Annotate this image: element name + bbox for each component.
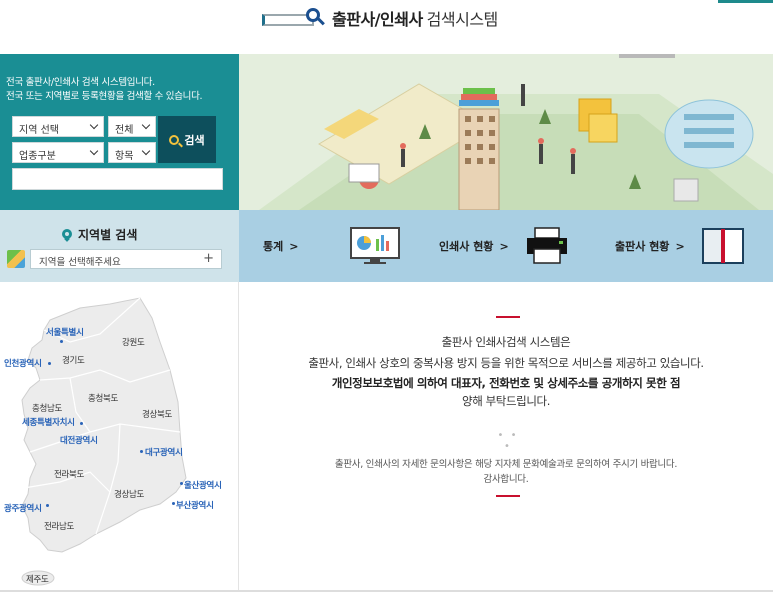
- map-dot: [140, 450, 143, 453]
- field-select[interactable]: 항목: [108, 142, 156, 163]
- statistics-monitor-icon: [350, 227, 401, 264]
- printer-icon: [526, 227, 567, 264]
- map-dot: [60, 340, 63, 343]
- map-label[interactable]: 전라남도: [44, 520, 74, 532]
- map-label[interactable]: 경상북도: [142, 408, 172, 420]
- keyword-input[interactable]: [12, 168, 223, 190]
- menu-publisher-status[interactable]: 출판사 현황 >: [615, 210, 765, 282]
- map-label[interactable]: 충청남도: [32, 402, 62, 414]
- map-label[interactable]: 부산광역시: [176, 499, 214, 511]
- hero-illustration: [239, 54, 773, 210]
- chevron-down-icon: [141, 146, 151, 156]
- map-dot: [172, 502, 175, 505]
- search-button[interactable]: 검색: [158, 116, 216, 163]
- korea-map: 서울특별시 인천광역시 경기도 강원도 충청북도 충청남도 세종특별자치시 대전…: [0, 282, 239, 592]
- notice-dots: • • •: [497, 430, 519, 452]
- region-search-title: 지역별 검색: [62, 226, 137, 243]
- plus-icon: +: [203, 251, 214, 266]
- map-dot: [80, 422, 83, 425]
- map-label[interactable]: 인천광역시: [4, 357, 42, 369]
- region-select[interactable]: 지역 선택: [12, 116, 104, 137]
- site-title-light: 검색시스템: [426, 10, 499, 29]
- hero-city-illustration: [259, 54, 773, 210]
- map-label[interactable]: 전라북도: [54, 468, 84, 480]
- search-icon: [169, 134, 180, 145]
- notice-inquiry: 출판사, 인쇄사의 자세한 문의사항은 해당 지자체 문화예술과로 문의하여 주…: [334, 459, 678, 470]
- site-logo[interactable]: 출판사/인쇄사 검색시스템: [262, 6, 498, 30]
- map-label[interactable]: 강원도: [122, 336, 145, 348]
- map-label[interactable]: 경기도: [62, 354, 85, 366]
- map-label[interactable]: 광주광역시: [4, 502, 42, 514]
- map-label[interactable]: 울산광역시: [184, 479, 222, 491]
- menu-printer-status[interactable]: 인쇄사 현황 >: [439, 210, 589, 282]
- map-label[interactable]: 제주도: [26, 573, 49, 585]
- chevron-down-icon: [89, 146, 99, 156]
- location-pin-icon: [62, 228, 72, 242]
- map-label[interactable]: 세종특별자치시: [22, 416, 75, 428]
- site-title-bold: 출판사/인쇄사: [332, 10, 423, 29]
- notice-bottom-divider: [496, 495, 520, 497]
- header-accent-bar: [718, 0, 773, 3]
- map-label[interactable]: 충청북도: [88, 392, 118, 404]
- magnifier-logo-icon: [262, 7, 328, 29]
- map-label[interactable]: 대전광역시: [60, 434, 98, 446]
- map-dot: [48, 362, 51, 365]
- region-dropdown[interactable]: 지역을 선택해주세요 +: [30, 249, 222, 269]
- quick-menu-strip: 통계 > 인쇄사 현황 > 출판사 현황 >: [239, 210, 773, 282]
- notice-line: 양해 부탁드립니다.: [462, 394, 550, 408]
- map-label[interactable]: 경상남도: [114, 488, 144, 500]
- map-icon: [7, 250, 25, 268]
- notice-top-divider: [496, 316, 520, 318]
- notice-line: 출판사 인쇄사검색 시스템은: [441, 335, 571, 349]
- map-dot: [180, 482, 183, 485]
- map-label[interactable]: 서울특별시: [46, 326, 84, 338]
- scope-select[interactable]: 전체: [108, 116, 156, 137]
- region-search-panel: 지역별 검색 지역을 선택해주세요 +: [0, 210, 239, 291]
- book-icon: [701, 228, 744, 264]
- map-label[interactable]: 대구광역시: [145, 446, 183, 458]
- header: 출판사/인쇄사 검색시스템: [0, 0, 773, 54]
- notice-thanks: 감사합니다.: [483, 474, 529, 485]
- map-dot: [46, 504, 49, 507]
- korea-map-shape[interactable]: [0, 282, 239, 592]
- notice-line-privacy: 개인정보보호법에 의하여 대표자, 전화번호 및 상세주소를 공개하지 못한 점: [331, 376, 681, 390]
- search-intro: 전국 출판사/인쇄사 검색 시스템입니다. 전국 또는 지역별로 등록현황을 검…: [6, 77, 203, 102]
- notice-line: 출판사, 인쇄사 상호의 중복사용 방지 등을 위한 목적으로 서비스를 제공하…: [308, 356, 704, 370]
- chevron-down-icon: [89, 120, 99, 130]
- notice-section: 출판사 인쇄사검색 시스템은 출판사, 인쇄사 상호의 중복사용 방지 등을 위…: [239, 282, 773, 592]
- menu-statistics[interactable]: 통계 >: [263, 210, 413, 282]
- chevron-down-icon: [141, 120, 151, 130]
- category-select[interactable]: 업종구분: [12, 142, 104, 163]
